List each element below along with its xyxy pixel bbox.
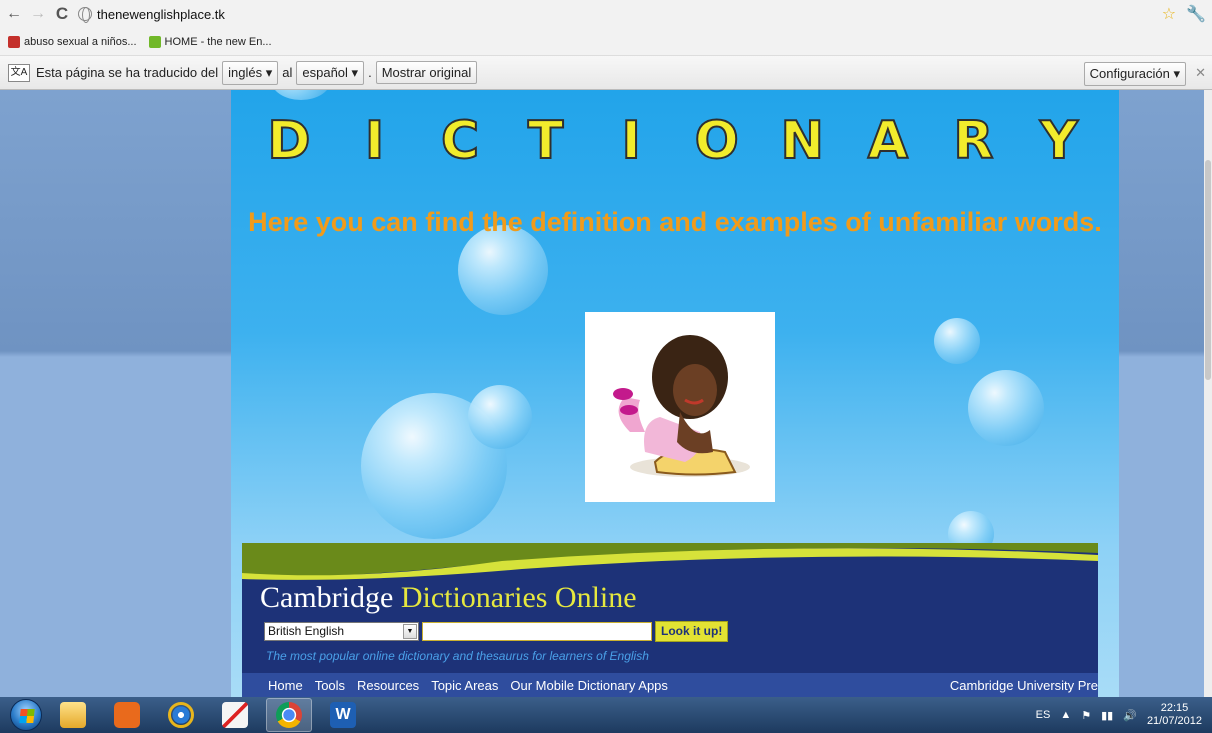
system-tray: ES ▲ ⚑ ▮▮ 🔊 22:15 21/07/2012 bbox=[1036, 697, 1202, 733]
nav-topic-areas[interactable]: Topic Areas bbox=[431, 678, 498, 693]
taskbar-internet-explorer[interactable] bbox=[158, 698, 204, 732]
folder-icon bbox=[60, 702, 86, 728]
globe-icon bbox=[78, 7, 92, 23]
bubble-decoration bbox=[468, 385, 532, 449]
nav-resources[interactable]: Resources bbox=[357, 678, 419, 693]
source-language-dropdown[interactable]: inglés ▾ bbox=[222, 60, 279, 85]
ie-icon bbox=[168, 702, 194, 728]
taskbar-chrome[interactable] bbox=[266, 698, 312, 732]
taskbar-media-player[interactable] bbox=[104, 698, 150, 732]
translate-message: Esta página se ha traducido del bbox=[36, 65, 219, 80]
settings-dropdown[interactable]: Configuración ▾ bbox=[1083, 62, 1186, 86]
bookmark-label: abuso sexual a niños... bbox=[24, 35, 137, 48]
page-content: D I C T I O N A R Y Here you can find th… bbox=[231, 90, 1119, 697]
taskbar-explorer[interactable] bbox=[50, 698, 96, 732]
cambridge-nav: Home Tools Resources Topic Areas Our Mob… bbox=[242, 673, 1098, 697]
target-language-dropdown[interactable]: español ▾ bbox=[296, 60, 365, 85]
bookmark-item[interactable]: HOME - the new En... bbox=[148, 35, 272, 48]
cambridge-tagline: The most popular online dictionary and t… bbox=[266, 649, 649, 663]
site-favicon-icon bbox=[148, 35, 161, 48]
look-it-up-button[interactable]: Look it up! bbox=[655, 621, 729, 642]
volume-icon[interactable]: 🔊 bbox=[1123, 709, 1137, 722]
banner-letter: A bbox=[867, 110, 909, 172]
word-icon: W bbox=[330, 702, 356, 728]
action-center-flag-icon[interactable]: ⚑ bbox=[1081, 709, 1091, 722]
reload-icon[interactable]: C bbox=[54, 4, 70, 24]
start-button[interactable] bbox=[10, 699, 42, 731]
chevron-down-icon: ▼ bbox=[403, 624, 417, 639]
nav-home[interactable]: Home bbox=[268, 678, 303, 693]
show-original-button[interactable]: Mostrar original bbox=[375, 61, 478, 84]
banner-letter: D bbox=[266, 110, 311, 172]
bookmark-item[interactable]: abuso sexual a niños... bbox=[8, 35, 137, 48]
nav-mobile-apps[interactable]: Our Mobile Dictionary Apps bbox=[510, 678, 668, 693]
taskbar-word[interactable]: W bbox=[320, 698, 366, 732]
bubble-decoration bbox=[968, 370, 1044, 446]
banner-letter: I bbox=[621, 110, 642, 172]
bookmark-star-icon[interactable]: ☆ bbox=[1162, 4, 1176, 24]
language-indicator[interactable]: ES bbox=[1036, 709, 1051, 721]
dictionary-banner: D I C T I O N A R Y bbox=[249, 98, 1099, 183]
banner-letter: O bbox=[694, 110, 740, 172]
taskbar-paint[interactable] bbox=[212, 698, 258, 732]
page-background-left bbox=[0, 90, 231, 697]
banner-letter: R bbox=[952, 110, 994, 172]
taskbar: W ES ▲ ⚑ ▮▮ 🔊 22:15 21/07/2012 bbox=[0, 697, 1212, 733]
translate-conjunction: al bbox=[282, 65, 293, 80]
back-icon[interactable]: ← bbox=[6, 5, 22, 23]
youtube-icon bbox=[8, 35, 20, 48]
browser-toolbar: ← → C thenewenglishplace.tk ☆ 🔧 bbox=[0, 0, 1212, 28]
url-text[interactable]: thenewenglishplace.tk bbox=[97, 7, 225, 22]
bookmark-label: HOME - the new En... bbox=[164, 35, 272, 48]
banner-letter: N bbox=[780, 110, 826, 172]
reading-girl-illustration bbox=[613, 335, 750, 477]
banner-letter: Y bbox=[1039, 110, 1079, 172]
paint-icon bbox=[222, 702, 248, 728]
clock-date: 21/07/2012 bbox=[1146, 715, 1202, 727]
nav-cambridge-university-press[interactable]: Cambridge University Pre bbox=[950, 678, 1098, 693]
translate-period: . bbox=[368, 65, 372, 80]
cambridge-swoosh bbox=[242, 543, 1098, 580]
cambridge-widget: Cambridge Dictionaries Online British En… bbox=[242, 543, 1098, 697]
search-input[interactable] bbox=[422, 622, 652, 641]
page-background-right bbox=[1119, 90, 1204, 697]
translate-icon: 文A bbox=[8, 63, 30, 82]
network-icon[interactable]: ▮▮ bbox=[1101, 709, 1113, 722]
banner-letter: T bbox=[527, 110, 564, 172]
bubble-decoration bbox=[934, 318, 980, 364]
page-headline: Here you can find the definition and exa… bbox=[248, 207, 1102, 237]
media-player-icon bbox=[114, 702, 140, 728]
scrollbar-thumb[interactable] bbox=[1205, 160, 1211, 380]
wrench-icon[interactable]: 🔧 bbox=[1186, 4, 1206, 24]
windows-logo-icon bbox=[19, 709, 35, 723]
page-viewport: D I C T I O N A R Y Here you can find th… bbox=[0, 90, 1212, 697]
clock-time: 22:15 bbox=[1160, 702, 1189, 714]
close-icon[interactable]: ✕ bbox=[1195, 65, 1206, 81]
banner-letter: I bbox=[364, 110, 385, 172]
cambridge-title: Cambridge Dictionaries Online bbox=[260, 581, 637, 614]
clock[interactable]: 22:15 21/07/2012 bbox=[1147, 702, 1202, 728]
banner-letter: C bbox=[440, 110, 480, 172]
scrollbar[interactable] bbox=[1204, 90, 1212, 697]
bookmarks-bar: abuso sexual a niños... HOME - the new E… bbox=[0, 28, 1212, 56]
translate-bar: 文A Esta página se ha traducido del inglé… bbox=[0, 56, 1212, 90]
reading-girl-image bbox=[585, 312, 775, 502]
forward-icon[interactable]: → bbox=[30, 5, 46, 23]
nav-tools[interactable]: Tools bbox=[315, 678, 345, 693]
chrome-icon bbox=[276, 702, 302, 728]
address-bar[interactable]: thenewenglishplace.tk bbox=[78, 3, 1162, 25]
dictionary-select[interactable]: British English ▼ bbox=[264, 622, 419, 641]
show-hidden-icons-icon[interactable]: ▲ bbox=[1060, 709, 1071, 721]
